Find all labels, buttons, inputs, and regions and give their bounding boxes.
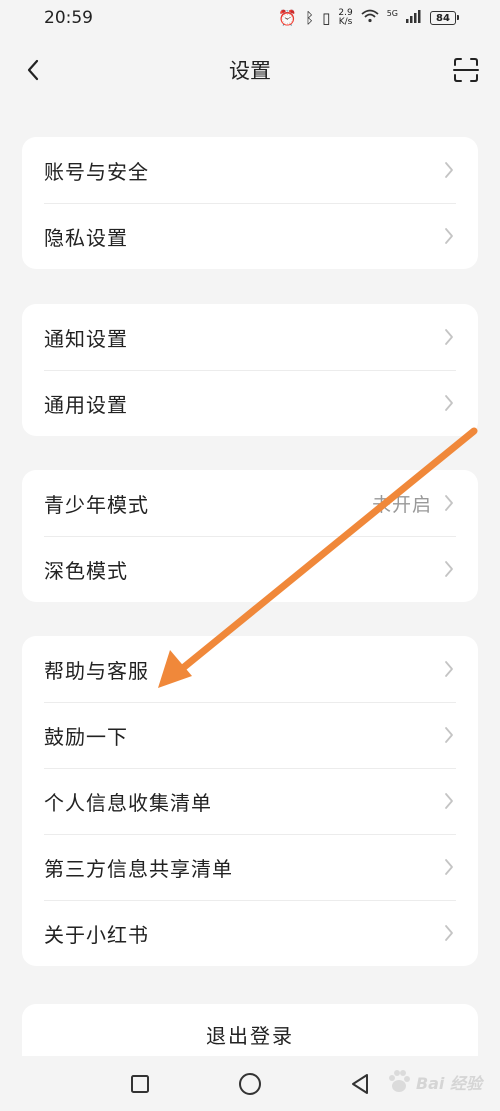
triangle-back-icon <box>352 1073 368 1094</box>
bluetooth-icon: ᛒ <box>305 8 315 27</box>
settings-item-label: 通用设置 <box>44 392 128 417</box>
chevron-right-icon <box>444 393 456 413</box>
signal-icon <box>406 9 422 27</box>
settings-item-label: 个人信息收集清单 <box>44 790 212 815</box>
vibrate-icon: ▯ <box>322 8 331 27</box>
settings-item-label: 帮助与客服 <box>44 658 149 683</box>
circle-icon <box>239 1072 261 1095</box>
recent-apps-button[interactable] <box>127 1071 153 1097</box>
settings-item-label: 隐私设置 <box>44 225 128 250</box>
back-button[interactable] <box>18 52 48 88</box>
chevron-right-icon <box>444 226 456 246</box>
wifi-icon <box>361 9 379 27</box>
signal-type: 5G <box>386 9 398 18</box>
settings-item-third-party-sharing[interactable]: 第三方信息共享清单 <box>22 834 478 900</box>
battery-icon: 84 <box>430 11 459 25</box>
chevron-right-icon <box>444 725 456 745</box>
home-button[interactable] <box>237 1071 263 1097</box>
chevron-right-icon <box>444 327 456 347</box>
teen-mode-status: 未开启 <box>371 493 432 516</box>
settings-item-label: 深色模式 <box>44 558 128 583</box>
chevron-right-icon <box>444 559 456 579</box>
settings-item-label: 账号与安全 <box>44 159 149 184</box>
back-nav-button[interactable] <box>347 1071 373 1097</box>
settings-item-personal-info-list[interactable]: 个人信息收集清单 <box>22 768 478 834</box>
settings-item-general[interactable]: 通用设置 <box>22 370 478 436</box>
back-arrow-icon <box>27 59 39 81</box>
settings-item-teen-mode[interactable]: 青少年模式 未开启 <box>22 470 478 536</box>
baidu-watermark: Bai 经验 <box>386 1062 482 1102</box>
settings-group-modes: 青少年模式 未开启 深色模式 <box>22 470 478 602</box>
scan-button[interactable] <box>450 54 482 86</box>
chevron-right-icon <box>444 923 456 943</box>
settings-item-encourage[interactable]: 鼓励一下 <box>22 702 478 768</box>
scan-icon <box>453 58 479 82</box>
page-title: 设置 <box>229 59 271 83</box>
settings-item-label: 鼓励一下 <box>44 724 128 749</box>
status-icons: ⏰ ᛒ ▯ 2.9 K/s 5G 84 <box>278 8 459 27</box>
settings-item-about[interactable]: 关于小红书 <box>22 900 478 966</box>
settings-item-account-security[interactable]: 账号与安全 <box>22 137 478 203</box>
chevron-right-icon <box>444 857 456 877</box>
logout-label: 退出登录 <box>206 1023 294 1048</box>
status-bar: 20:59 ⏰ ᛒ ▯ 2.9 K/s 5G 84 <box>0 0 500 36</box>
status-time: 20:59 <box>44 8 93 28</box>
settings-item-dark-mode[interactable]: 深色模式 <box>22 536 478 602</box>
settings-item-help-support[interactable]: 帮助与客服 <box>22 636 478 702</box>
settings-item-label: 青少年模式 <box>44 492 149 517</box>
settings-item-notifications[interactable]: 通知设置 <box>22 304 478 370</box>
chevron-right-icon <box>444 659 456 679</box>
settings-item-label: 通知设置 <box>44 326 128 351</box>
alarm-icon: ⏰ <box>278 8 298 27</box>
paw-icon <box>388 1070 410 1092</box>
settings-group-general: 通知设置 通用设置 <box>22 304 478 436</box>
settings-item-privacy[interactable]: 隐私设置 <box>22 203 478 269</box>
settings-item-label: 第三方信息共享清单 <box>44 856 233 881</box>
header: 设置 <box>0 40 500 100</box>
logout-button[interactable]: 退出登录 <box>22 1004 478 1064</box>
watermark-text: Bai 经验 <box>415 1074 482 1093</box>
settings-item-label: 关于小红书 <box>44 922 149 947</box>
net-speed-unit: K/s <box>338 17 353 27</box>
settings-group-about: 帮助与客服 鼓励一下 个人信息收集清单 第三方信息共享清单 关于小红书 <box>22 636 478 966</box>
chevron-right-icon <box>444 493 456 513</box>
square-icon <box>131 1074 149 1093</box>
chevron-right-icon <box>444 160 456 180</box>
settings-group-account: 账号与安全 隐私设置 <box>22 137 478 269</box>
net-speed: 2.9 K/s <box>338 9 352 27</box>
chevron-right-icon <box>444 791 456 811</box>
